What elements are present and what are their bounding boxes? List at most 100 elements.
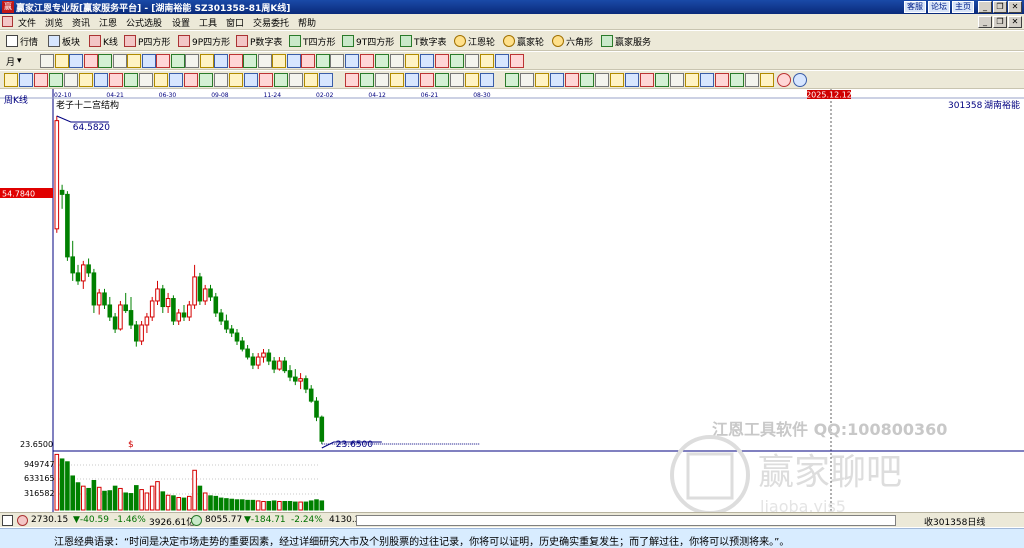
menu-gann[interactable]: 江恩	[99, 16, 117, 29]
draw-tool-icon[interactable]	[286, 54, 301, 68]
indicator-tool-icon[interactable]	[505, 73, 519, 87]
gann-tool-icon[interactable]	[244, 73, 258, 87]
analysis-tool-icon[interactable]	[345, 73, 359, 87]
mdi-close-button[interactable]: ✕	[1008, 16, 1022, 28]
menu-browse[interactable]: 浏览	[45, 16, 63, 29]
gann-tool-icon[interactable]	[274, 73, 288, 87]
indicator-tool-icon[interactable]	[700, 73, 714, 87]
draw-tool-icon[interactable]	[40, 54, 54, 68]
indicator-tool-icon[interactable]	[520, 73, 534, 87]
draw-tool-icon[interactable]	[228, 54, 243, 68]
draw-tool-icon[interactable]	[185, 54, 199, 68]
indicator-tool-icon[interactable]	[655, 73, 669, 87]
menu-info[interactable]: 资讯	[72, 16, 90, 29]
p-square-button[interactable]: P四方形	[124, 34, 170, 48]
gann-tool-icon[interactable]	[304, 73, 318, 87]
gann-tool-icon[interactable]	[259, 73, 273, 87]
draw-tool-icon[interactable]	[170, 54, 185, 68]
indicator-tool-icon[interactable]	[760, 73, 774, 87]
gann-tool-icon[interactable]	[154, 73, 168, 87]
gann-tool-icon[interactable]	[79, 73, 93, 87]
kline-button[interactable]: K线	[89, 34, 118, 48]
draw-tool-icon[interactable]	[98, 54, 112, 68]
indicator-tool-icon[interactable]	[565, 73, 579, 87]
gann-tool-icon[interactable]	[34, 73, 48, 87]
forum-link[interactable]: 论坛	[928, 1, 950, 13]
indicator-tool-icon[interactable]	[670, 73, 684, 87]
winner-service-button[interactable]: 赢家服务	[601, 34, 651, 48]
draw-tool-icon[interactable]	[243, 54, 257, 68]
service-link[interactable]: 客服	[904, 1, 926, 13]
t-square-button[interactable]: T四方形	[289, 34, 336, 48]
draw-tool-icon[interactable]	[199, 54, 214, 68]
indicator-tool-icon[interactable]	[685, 73, 699, 87]
winner-wheel-button[interactable]: 赢家轮	[503, 34, 544, 48]
9t-square-button[interactable]: 9T四方形	[342, 34, 394, 48]
doc-icon[interactable]	[2, 16, 13, 27]
menu-formula[interactable]: 公式选股	[126, 16, 162, 29]
quotes-button[interactable]: 行情	[6, 34, 38, 48]
minimize-button[interactable]: _	[978, 1, 992, 13]
close-button[interactable]: ✕	[1008, 1, 1022, 13]
indicator-tool-icon[interactable]	[715, 73, 729, 87]
sector-button[interactable]: 板块	[48, 34, 80, 48]
p-number-table-button[interactable]: P数字表	[236, 34, 282, 48]
analysis-tool-icon[interactable]	[375, 73, 389, 87]
cursor-tool-icon[interactable]	[405, 54, 419, 68]
9p-square-button[interactable]: 9P四方形	[178, 34, 230, 48]
indicator-tool-icon[interactable]	[745, 73, 759, 87]
cursor-tool-icon[interactable]	[510, 54, 524, 68]
period-select[interactable]: 月 ▾	[6, 54, 22, 68]
indicator-tool-icon[interactable]	[610, 73, 624, 87]
restore-button[interactable]: ❐	[993, 1, 1007, 13]
cursor-tool-icon[interactable]	[375, 54, 389, 68]
indicator-tool-icon[interactable]	[595, 73, 609, 87]
menu-file[interactable]: 文件	[18, 16, 36, 29]
gann-tool-icon[interactable]	[214, 73, 228, 87]
horizontal-scrollbar[interactable]	[356, 515, 896, 526]
indicator-tool-icon[interactable]	[625, 73, 639, 87]
cursor-tool-icon[interactable]	[420, 54, 434, 68]
menu-trade[interactable]: 交易委托	[253, 16, 289, 29]
color-wheel-icon[interactable]	[777, 73, 791, 87]
gann-tool-icon[interactable]	[319, 73, 333, 87]
cursor-tool-icon[interactable]	[345, 54, 359, 68]
analysis-tool-icon[interactable]	[465, 73, 479, 87]
draw-tool-icon[interactable]	[112, 54, 127, 68]
gann-tool-icon[interactable]	[19, 73, 33, 87]
menu-tools[interactable]: 工具	[199, 16, 217, 29]
indicator-tool-icon[interactable]	[580, 73, 594, 87]
indicator-tool-icon[interactable]	[730, 73, 744, 87]
cursor-tool-icon[interactable]	[495, 54, 509, 68]
cursor-tool-icon[interactable]	[360, 54, 374, 68]
gann-tool-icon[interactable]	[184, 73, 198, 87]
draw-tool-icon[interactable]	[257, 54, 272, 68]
indicator-tool-icon[interactable]	[550, 73, 564, 87]
cursor-tool-icon[interactable]	[465, 54, 479, 68]
menu-window[interactable]: 窗口	[226, 16, 244, 29]
hexagon-button[interactable]: 六角形	[552, 34, 593, 48]
analysis-tool-icon[interactable]	[435, 73, 449, 87]
cursor-tool-icon[interactable]	[450, 54, 464, 68]
analysis-tool-icon[interactable]	[450, 73, 464, 87]
indicator-tool-icon[interactable]	[535, 73, 549, 87]
analysis-tool-icon[interactable]	[420, 73, 434, 87]
draw-tool-icon[interactable]	[330, 54, 344, 68]
gann-tool-icon[interactable]	[289, 73, 303, 87]
gann-tool-icon[interactable]	[124, 73, 138, 87]
mdi-restore-button[interactable]: ❐	[993, 16, 1007, 28]
gann-tool-icon[interactable]	[109, 73, 123, 87]
draw-tool-icon[interactable]	[141, 54, 156, 68]
draw-tool-icon[interactable]	[301, 54, 315, 68]
draw-tool-icon[interactable]	[214, 54, 228, 68]
analysis-tool-icon[interactable]	[360, 73, 374, 87]
analysis-tool-icon[interactable]	[390, 73, 404, 87]
gann-tool-icon[interactable]	[139, 73, 153, 87]
index-sz-icon[interactable]	[191, 515, 202, 526]
draw-tool-icon[interactable]	[83, 54, 98, 68]
draw-tool-icon[interactable]	[127, 54, 141, 68]
kline-chart[interactable]: 2025.12.12 周K线 301358 湖南裕能 老子十二宫结构 54.78…	[0, 89, 1024, 512]
homepage-link[interactable]: 主页	[952, 1, 974, 13]
draw-tool-icon[interactable]	[54, 54, 69, 68]
indicator-tool-icon[interactable]	[640, 73, 654, 87]
